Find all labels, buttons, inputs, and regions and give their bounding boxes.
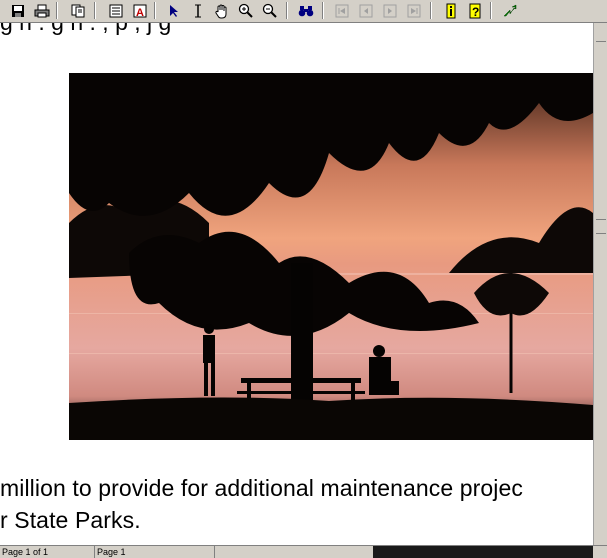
select-arrow-icon[interactable] — [164, 1, 184, 20]
cropped-text-line: g h . g h . , p , j g — [0, 23, 593, 36]
body-text-line: million to provide for additional mainte… — [0, 475, 523, 501]
document-page: g h . g h . , p , j g — [0, 23, 593, 545]
scroll-tick — [596, 233, 606, 234]
next-page-icon[interactable] — [380, 1, 400, 20]
print-icon[interactable] — [32, 1, 52, 20]
toolbar-separator — [94, 2, 96, 19]
save-icon[interactable] — [8, 1, 28, 20]
svg-text:A: A — [136, 7, 144, 18]
status-field: Page 1 of 1 — [0, 546, 95, 558]
first-page-icon[interactable] — [332, 1, 352, 20]
toolbar: A ? — [0, 0, 607, 23]
prev-page-icon[interactable] — [356, 1, 376, 20]
park-photo — [69, 73, 593, 440]
svg-text:?: ? — [472, 5, 479, 19]
vertical-scrollbar[interactable] — [593, 23, 607, 545]
scroll-tick — [596, 41, 606, 42]
hand-icon[interactable] — [212, 1, 232, 20]
body-text-line: r State Parks. — [0, 507, 141, 533]
copy-page-icon[interactable] — [68, 1, 88, 20]
last-page-icon[interactable] — [404, 1, 424, 20]
page-layout-icon[interactable] — [106, 1, 126, 20]
go-arrow-icon[interactable] — [500, 1, 520, 20]
text-find-icon[interactable]: A — [130, 1, 150, 20]
page-thumbnail — [373, 546, 593, 558]
toolbar-separator — [430, 2, 432, 19]
status-field: Page 1 — [95, 546, 215, 558]
toolbar-separator — [322, 2, 324, 19]
toolbar-separator — [286, 2, 288, 19]
help-icon[interactable]: ? — [465, 1, 485, 20]
text-cursor-icon[interactable] — [188, 1, 208, 20]
toolbar-separator — [154, 2, 156, 19]
info-icon[interactable] — [441, 1, 461, 20]
status-bar: Page 1 of 1 Page 1 — [0, 545, 607, 558]
zoom-in-icon[interactable] — [236, 1, 256, 20]
toolbar-separator — [490, 2, 492, 19]
binoculars-icon[interactable] — [296, 1, 316, 20]
scroll-tick — [596, 219, 606, 220]
zoom-out-icon[interactable] — [260, 1, 280, 20]
toolbar-separator — [56, 2, 58, 19]
